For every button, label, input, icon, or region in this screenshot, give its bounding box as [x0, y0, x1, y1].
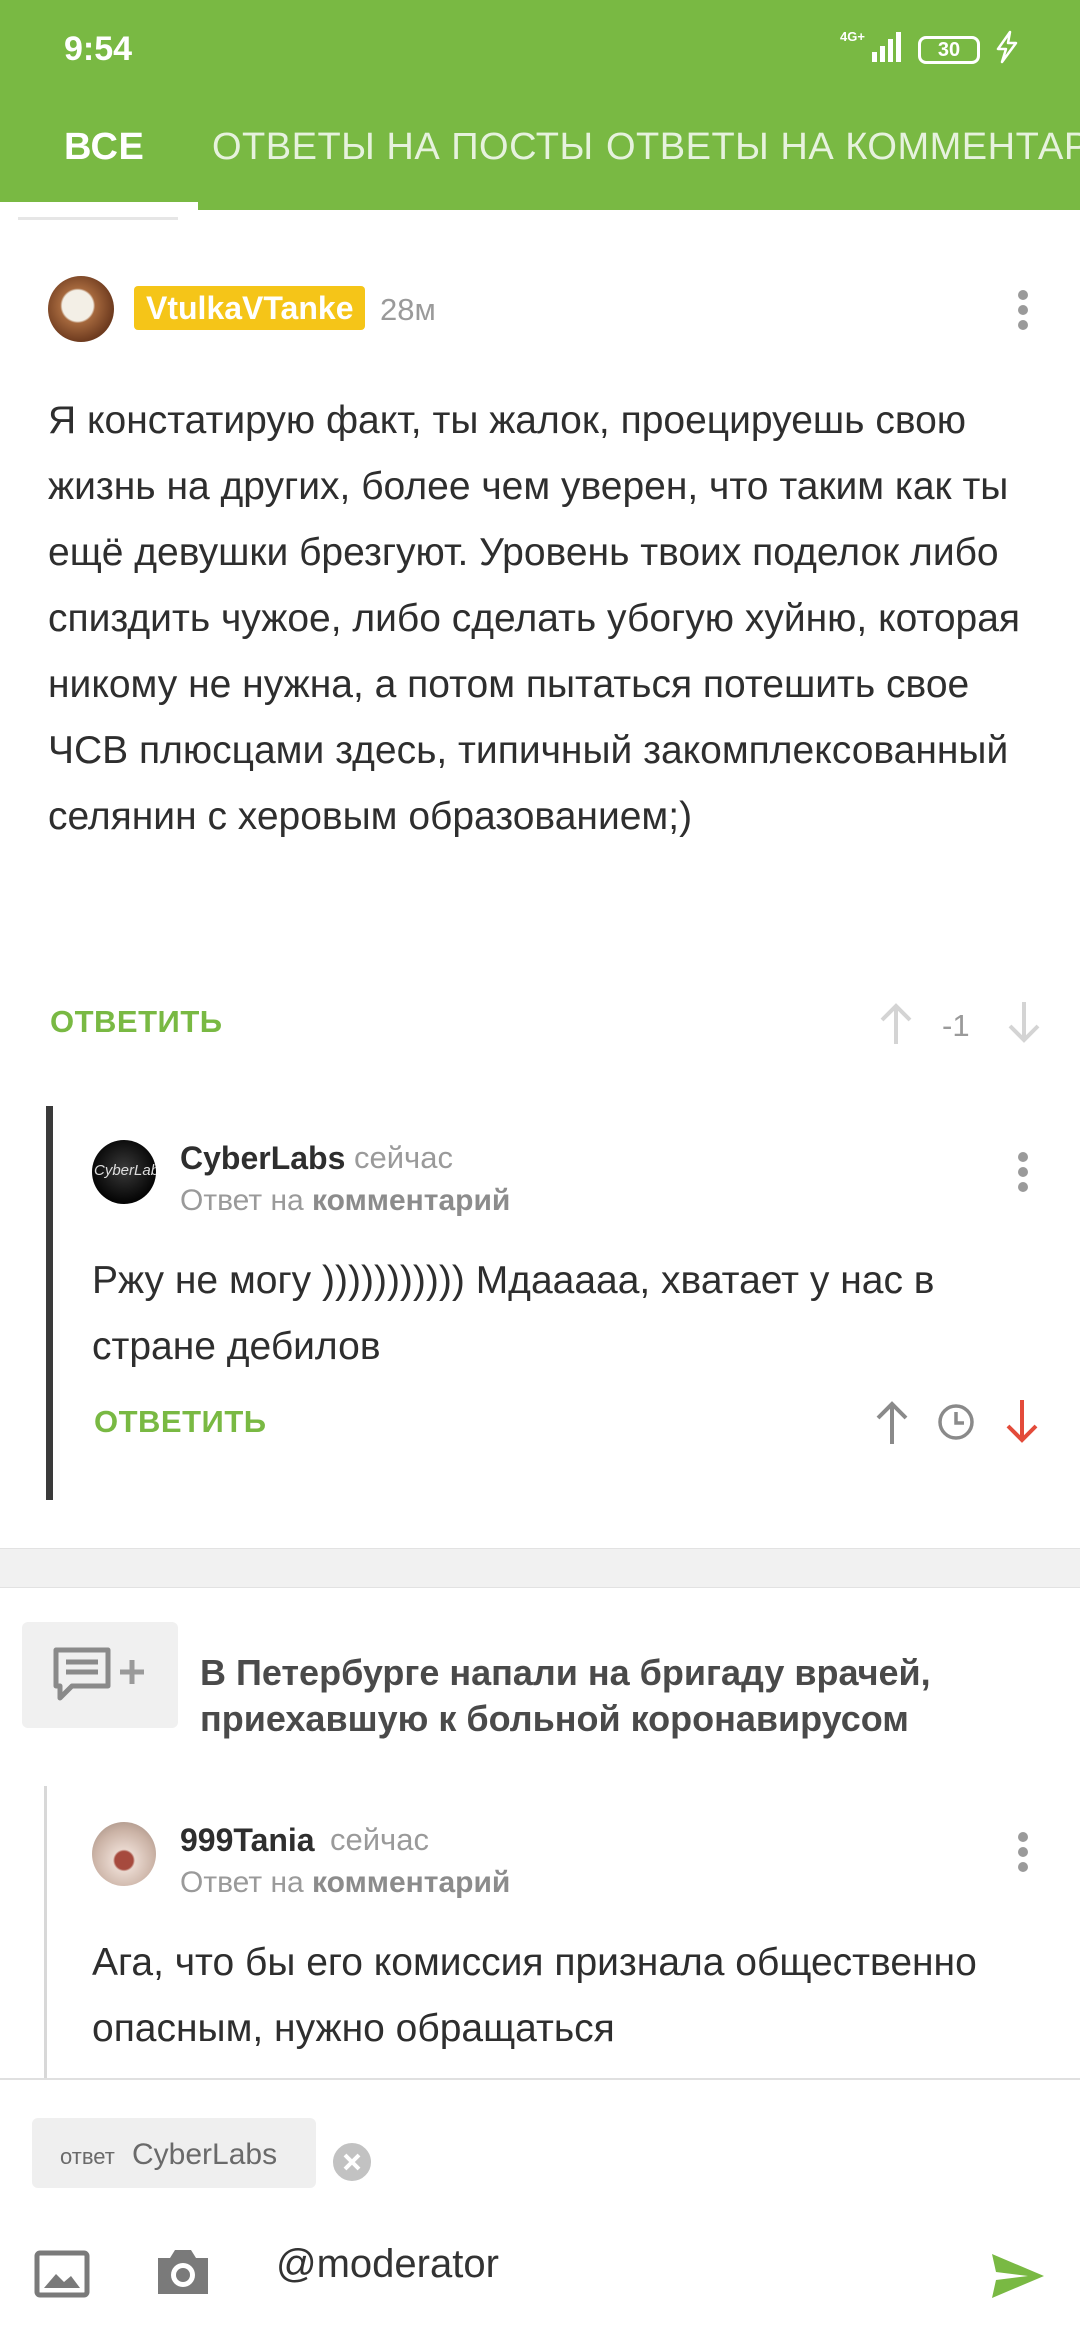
post-title[interactable]: В Петербурге напали на бригаду врачей, п… — [200, 1650, 1040, 1742]
comment-text: Я констатирую факт, ты жалок, проецируеш… — [48, 399, 1021, 838]
comment-text: Ржу не могу ))))))))))) Мдааааа, хватает… — [92, 1259, 935, 1368]
close-icon[interactable] — [330, 2140, 374, 2184]
status-bar: 9:54 4G+ 30 — [0, 0, 1080, 100]
reply-to-target[interactable]: комментарий — [312, 1866, 510, 1899]
tab-indicator — [0, 202, 198, 210]
comment-input[interactable]: @moderator — [276, 2242, 499, 2287]
author-name[interactable]: CyberLabs — [180, 1140, 345, 1177]
avatar[interactable] — [92, 1822, 156, 1886]
clock: 9:54 — [64, 30, 133, 68]
avatar[interactable] — [48, 276, 114, 342]
comment-time: сейчас — [330, 1822, 429, 1857]
author-name[interactable]: VtulkaVTanke — [134, 286, 366, 330]
tab-bar: ВСЕ ОТВЕТЫ НА ПОСТЫ ОТВЕТЫ НА КОММЕНТАРИ… — [0, 110, 1080, 210]
reply-to-target[interactable]: комментарий — [312, 1184, 510, 1217]
upvote-icon[interactable] — [876, 1000, 916, 1046]
section-separator — [0, 1548, 1080, 1588]
avatar-text: CyberLabs — [94, 1162, 156, 1179]
downvote-icon[interactable] — [1004, 1000, 1044, 1046]
tab-all[interactable]: ВСЕ — [64, 126, 144, 169]
send-icon[interactable] — [990, 2252, 1046, 2300]
reply-chip-name: CyberLabs — [132, 2138, 278, 2171]
thread-line — [46, 1106, 53, 1500]
reply-to-link[interactable]: Ответ на комментарий — [180, 1866, 510, 1900]
comment-time: 28м — [380, 292, 436, 327]
downvote-icon[interactable] — [1002, 1398, 1042, 1446]
clock-icon[interactable] — [936, 1402, 976, 1442]
reply-button[interactable]: ОТВЕТИТЬ — [50, 1004, 223, 1040]
tab-post-replies[interactable]: ОТВЕТЫ НА ПОСТЫ — [212, 126, 594, 169]
comment-text: Ага, что бы его комиссия признала общест… — [92, 1941, 977, 2050]
tab-comment-replies[interactable]: ОТВЕТЫ НА КОММЕНТАРИИ — [606, 126, 1080, 169]
network-type: 4G+ — [840, 29, 865, 44]
add-comment-icon — [53, 1647, 144, 1701]
rating: -1 — [942, 1008, 970, 1043]
post-comments-button[interactable] — [22, 1622, 178, 1728]
reply-to-prefix: Ответ на — [180, 1184, 304, 1217]
battery-level: 30 — [937, 39, 961, 61]
reply-chip[interactable]: ответ CyberLabs — [32, 2118, 374, 2188]
close-glyph — [343, 2153, 361, 2171]
image-icon[interactable] — [34, 2250, 90, 2298]
camera-icon[interactable] — [154, 2244, 212, 2298]
upvote-icon[interactable] — [872, 1398, 912, 1446]
more-options-icon[interactable] — [1002, 1142, 1042, 1202]
more-options-icon[interactable] — [1002, 1822, 1042, 1882]
comment-composer: ответ CyberLabs @moderator — [0, 2078, 1080, 2340]
comment-time: сейчас — [354, 1140, 453, 1175]
card-edge — [18, 210, 178, 220]
avatar[interactable]: CyberLabs — [92, 1140, 156, 1204]
signal-icon — [872, 32, 901, 62]
battery-icon: 30 — [918, 36, 980, 64]
reply-button[interactable]: ОТВЕТИТЬ — [94, 1404, 267, 1440]
charging-icon — [996, 30, 1018, 64]
thread-line — [44, 1786, 47, 2078]
app-bar: 9:54 4G+ 30 ВСЕ ОТВЕТЫ НА ПОСТЫ ОТВЕТЫ Н… — [0, 0, 1080, 210]
reply-chip-label: ответ — [60, 2144, 115, 2169]
author-name[interactable]: 999Tania — [180, 1822, 315, 1859]
reply-to-prefix: Ответ на — [180, 1866, 304, 1899]
more-options-icon[interactable] — [1002, 280, 1042, 340]
reply-to-link[interactable]: Ответ на комментарий — [180, 1184, 510, 1218]
